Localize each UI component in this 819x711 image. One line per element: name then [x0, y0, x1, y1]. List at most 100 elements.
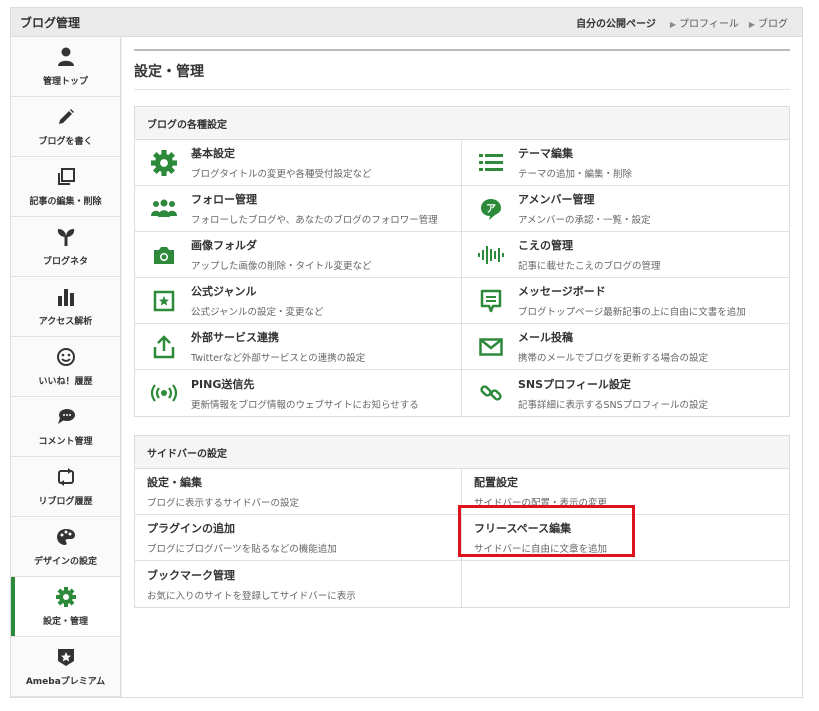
sidebar-item-reblog-history[interactable]: リブログ履歴 [11, 457, 120, 517]
public-page-link[interactable]: 自分の公開ページ [576, 15, 656, 30]
gear-icon [55, 586, 76, 607]
sidebar-setting-layout[interactable]: 配置設定 サイドバーの配置・表示の変更 [462, 469, 789, 515]
setting-title: 画像フォルダ [191, 239, 257, 252]
camera-icon [149, 240, 179, 270]
triangle-right-icon: ▶ [748, 19, 755, 29]
setting-sns-profile[interactable]: SNSプロフィール設定記事詳細に表示するSNSプロフィールの設定 [462, 370, 789, 416]
gear-icon [149, 148, 179, 178]
setting-desc: 記事に載せたこえのブログの管理 [518, 261, 661, 272]
setting-desc: 公式ジャンルの設定・変更など [191, 307, 324, 318]
setting-image-folder[interactable]: 画像フォルダアップした画像の削除・タイトル変更など [135, 232, 462, 278]
sidebar-item-label: アクセス解析 [38, 316, 93, 327]
link-icon [476, 378, 506, 408]
sidebar-item-design[interactable]: デザインの設定 [11, 517, 120, 577]
sidebar-item-access-analysis[interactable]: アクセス解析 [11, 277, 120, 337]
sidebar-item-likes-history[interactable]: いいね！履歴 [11, 337, 120, 397]
setting-official-genre[interactable]: 公式ジャンル 公式ジャンルの設定・変更など [135, 278, 462, 324]
sidebar-item-label: 設定・管理 [42, 616, 88, 627]
sidebar: 管理トップ ブログを書く 記事の編集・削除 ブログネタ アクセス解析 いいね！履… [11, 37, 121, 697]
top-bar: ブログ管理 自分の公開ページ ▶ プロフィール ▶ ブログ [11, 8, 802, 37]
reblog-icon [56, 467, 76, 487]
setting-title: 外部サービス連携 [191, 331, 279, 344]
setting-title: メッセージボード [518, 285, 606, 298]
sidebar-item-label: ブログを書く [38, 136, 93, 147]
blog-settings-panel: ブログの各種設定 基本設定 ブログタイトルの変更や各種受付設定など テーマ編集 テー… [134, 106, 790, 417]
setting-title: メール投稿 [518, 331, 573, 344]
setting-title: フリースペース編集 [474, 522, 572, 535]
voice-wave-icon [476, 240, 506, 270]
setting-external-services[interactable]: 外部サービス連携 Twitterなど外部サービスとの連携の設定 [135, 324, 462, 370]
setting-desc: アップした画像の削除・タイトル変更など [191, 261, 372, 272]
sidebar-item-label: 記事の編集・削除 [29, 196, 102, 207]
person-icon [56, 47, 76, 67]
people-icon [149, 194, 179, 224]
setting-theme[interactable]: テーマ編集テーマの追加・編集・削除 [462, 140, 789, 186]
sidebar-setting-free-space[interactable]: フリースペース編集 サイドバーに自由に文章を追加 [462, 515, 789, 561]
setting-title: テーマ編集 [518, 147, 573, 160]
sidebar-setting-edit[interactable]: 設定・編集 ブログに表示するサイドバーの設定 [135, 469, 462, 515]
setting-message-board[interactable]: メッセージボードブログトップページ最新記事の上に自由に文書を追加 [462, 278, 789, 324]
comment-icon [56, 407, 76, 427]
setting-voice[interactable]: こえの管理 記事に載せたこえのブログの管理 [462, 232, 789, 278]
blog-settings-grid: 基本設定 ブログタイトルの変更や各種受付設定など テーマ編集テーマの追加・編集・削… [135, 140, 789, 416]
setting-basic[interactable]: 基本設定 ブログタイトルの変更や各種受付設定など [135, 140, 462, 186]
sidebar-setting-plugin[interactable]: プラグインの追加ブログにブログパーツを貼るなどの機能追加 [135, 515, 462, 561]
profile-link-wrap[interactable]: ▶ プロフィール [670, 15, 739, 30]
setting-follow[interactable]: フォロー管理フォローしたブログや、あなたのブログのフォロワー管理 [135, 186, 462, 232]
header-links: 自分の公開ページ ▶ プロフィール ▶ ブログ [576, 15, 788, 30]
sidebar-settings-panel: サイドバーの設定 設定・編集 ブログに表示するサイドバーの設定 配置設定 サイドバー… [134, 435, 790, 608]
panel-heading: ブログの各種設定 [135, 107, 789, 140]
setting-ping[interactable]: PING送信先更新情報をブログ情報のウェブサイトにお知らせする [135, 370, 462, 416]
page-title: 設定・管理 [134, 51, 790, 90]
main-content: 設定・管理 ブログの各種設定 基本設定 ブログタイトルの変更や各種受付設定など テ… [122, 37, 802, 697]
blog-link[interactable]: ブログ [758, 19, 788, 30]
setting-title: SNSプロフィール設定 [518, 377, 631, 391]
setting-desc: フォローしたブログや、あなたのブログのフォロワー管理 [191, 215, 438, 226]
setting-title: フォロー管理 [191, 193, 257, 206]
triangle-right-icon: ▶ [669, 19, 677, 29]
sidebar-item-write[interactable]: ブログを書く [11, 97, 120, 157]
palette-icon [56, 527, 76, 547]
sidebar-item-label: いいね！履歴 [38, 376, 93, 387]
app-title: ブログ管理 [20, 15, 81, 30]
bar-chart-icon [56, 287, 76, 307]
premium-star-icon [56, 647, 76, 667]
star-box-icon [149, 286, 179, 316]
setting-desc: 携帯のメールでブログを更新する場合の設定 [518, 353, 709, 364]
sidebar-item-admin-top[interactable]: 管理トップ [11, 37, 120, 97]
setting-mail-post[interactable]: メール投稿携帯のメールでブログを更新する場合の設定 [462, 324, 789, 370]
broadcast-icon [149, 378, 179, 408]
empty-cell [462, 561, 789, 607]
setting-amember[interactable]: ア アメンバー管理 アメンバーの承認・一覧・設定 [462, 186, 789, 232]
setting-title: PING送信先 [191, 377, 255, 391]
sidebar-item-edit-posts[interactable]: 記事の編集・削除 [11, 157, 120, 217]
setting-desc: Twitterなど外部サービスとの連携の設定 [191, 353, 366, 364]
setting-title: アメンバー管理 [518, 193, 595, 206]
setting-desc: テーマの追加・編集・削除 [518, 169, 633, 180]
setting-desc: ブログにブログパーツを貼るなどの機能追加 [147, 544, 337, 555]
setting-desc: ブログトップページ最新記事の上に自由に文書を追加 [518, 307, 746, 318]
setting-title: 基本設定 [191, 147, 235, 160]
sidebar-item-premium[interactable]: Amebaプレミアム [11, 637, 120, 697]
sidebar-item-blog-neta[interactable]: ブログネタ [11, 217, 120, 277]
setting-title: プラグインの追加 [147, 522, 235, 535]
app-window: ブログ管理 自分の公開ページ ▶ プロフィール ▶ ブログ 管理トップ ブログを書く… [10, 7, 803, 698]
panel-heading: サイドバーの設定 [135, 436, 789, 469]
share-upload-icon [149, 332, 179, 362]
profile-link[interactable]: プロフィール [679, 19, 739, 30]
sprout-icon [56, 227, 76, 247]
sidebar-item-settings[interactable]: 設定・管理 [11, 577, 120, 637]
setting-desc: サイドバーの配置・表示の変更 [474, 498, 608, 509]
blog-link-wrap[interactable]: ▶ ブログ [749, 15, 788, 30]
copy-icon [56, 167, 76, 187]
pencil-icon [56, 107, 76, 127]
setting-desc: 記事詳細に表示するSNSプロフィールの設定 [518, 399, 708, 411]
setting-desc: 更新情報をブログ情報のウェブサイトにお知らせする [191, 399, 419, 411]
sidebar-item-comments[interactable]: コメント管理 [11, 397, 120, 457]
list-icon [476, 148, 506, 178]
sidebar-setting-bookmark[interactable]: ブックマーク管理お気に入りのサイトを登録してサイドバーに表示 [135, 561, 462, 607]
sidebar-item-label: ブログネタ [42, 256, 88, 267]
mail-icon [476, 332, 506, 362]
setting-title: ブックマーク管理 [147, 568, 235, 582]
setting-desc: お気に入りのサイトを登録してサイドバーに表示 [147, 590, 356, 602]
